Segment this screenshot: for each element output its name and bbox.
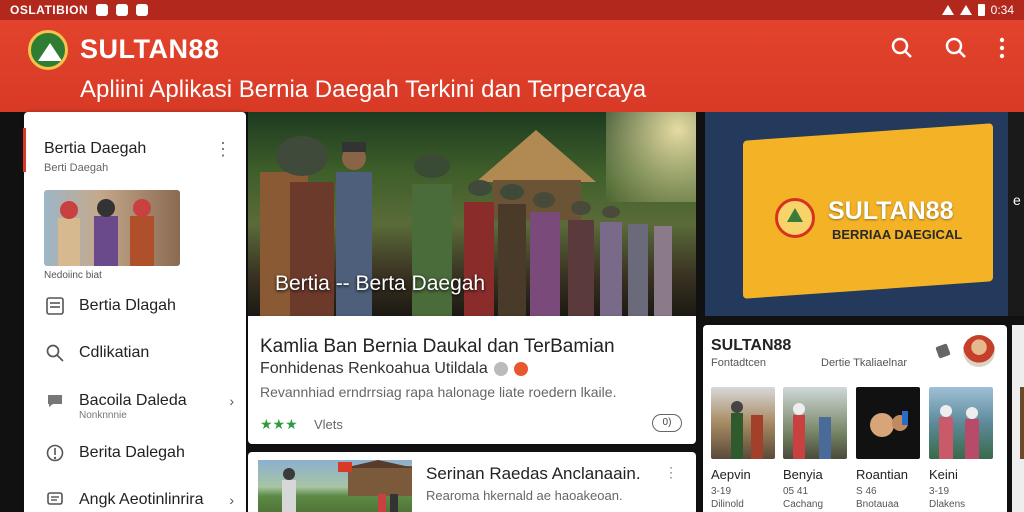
more-vert-icon[interactable]: ⋮ (214, 140, 232, 158)
drawer-item-label: Bertia Dlagah (79, 297, 176, 314)
tile-label: Aepvin (711, 467, 751, 482)
app-subtitle: Apliini Aplikasi Bernia Daegah Terkini d… (80, 76, 647, 103)
article-card-second[interactable]: Serinan Raedas Anclanaain. Rearoma hkern… (248, 452, 696, 512)
next-card-image (1020, 387, 1024, 459)
drawer-item-sublabel: Nonknnnie (79, 410, 127, 421)
banner-logo (775, 198, 815, 238)
tile-meta-line: Dlakens (929, 499, 966, 510)
promo-banner[interactable]: SULTAN88 BERRIAA DAEGICAL (705, 112, 1008, 316)
navigation-drawer: Bertia Daegah Berti Daegah ⋮ Nedoiinc bi… (0, 112, 246, 512)
list-tile-image[interactable] (711, 387, 775, 459)
search-icon[interactable] (944, 36, 968, 60)
publisher-icon (513, 362, 528, 376)
list-tile-image[interactable] (929, 387, 993, 459)
tile-meta-line: Cachang (783, 499, 824, 510)
list-icon (44, 295, 66, 317)
chevron-right-icon: › (229, 492, 234, 508)
tile-meta: S 46 Bnotauaa (856, 485, 899, 511)
app-title: SULTAN88 (80, 34, 220, 64)
drawer-title: Bertia Daegah (44, 140, 147, 157)
article-subline: Fonhidenas Renkoahua Utildala (260, 360, 528, 378)
drawer-accent (0, 128, 26, 172)
drawer-item-label: Cdlikatian (79, 344, 150, 361)
signal-icon (959, 5, 972, 15)
article-card-main[interactable]: Kamlia Ban Bernia Daukal dan TerBamian F… (248, 316, 696, 444)
avatar[interactable] (963, 335, 995, 367)
hero-caption: Bertia -- Berta Daegah (275, 272, 486, 295)
wifi-icon (941, 5, 954, 15)
chevron-right-icon: › (229, 393, 234, 409)
drawer-item-label: Berita Dalegah (79, 444, 185, 461)
app-bar: SULTAN88 Apliini Aplikasi Bernia Daegah … (0, 20, 1024, 112)
tile-label: Roantian (856, 467, 909, 482)
status-bar: OSLATIBION 0:34 (0, 0, 1024, 20)
google-icon (96, 4, 109, 16)
drawer-caption: Nedoiinc biat (44, 270, 102, 281)
hero-image[interactable]: Bertia -- Berta Daegah (248, 112, 696, 316)
more-vert-icon[interactable] (998, 36, 1006, 60)
list-card-subtitle: Fontadtcen (711, 357, 767, 369)
drawer-item-bacoila-daleda[interactable]: Bacoila Daleda Nonknnnie › (44, 390, 234, 421)
article-thumbnail (258, 460, 412, 512)
tile-label: Benyia (783, 467, 823, 482)
list-card-subtitle-right: Dertie Tkaliaelnar (821, 357, 908, 369)
comment-count-pill[interactable]: 0) (652, 414, 682, 432)
status-time: 0:34 (990, 3, 1014, 17)
tile-meta-line: S 46 (856, 486, 877, 497)
list-card-title: SULTAN88 (711, 337, 792, 354)
article-headline: Kamlia Ban Bernia Daukal dan TerBamian (260, 336, 615, 357)
article-description: Revannhiad erndrrsiag rapa halonage liat… (260, 384, 617, 400)
article-headline: Serinan Raedas Anclanaain. (426, 464, 641, 483)
more-vert-icon[interactable]: ⋮ (664, 464, 678, 481)
rating-stars: ★★★ (260, 416, 298, 432)
sultan-list-card: SULTAN88 Fontadtcen Dertie Tkaliaelnar A… (703, 325, 1007, 512)
tile-meta-line: 05 41 (783, 486, 809, 497)
tile-meta-line: Dilinold (711, 499, 744, 510)
edge-char: e (1013, 192, 1021, 208)
notification-icon (116, 4, 129, 16)
app-logo[interactable] (28, 30, 68, 70)
next-banner-peek[interactable]: e (1008, 112, 1024, 316)
battery-icon (977, 4, 985, 16)
tile-meta-line: Bnotauaa (856, 499, 899, 510)
drawer-item-angk-aeotinlinrira[interactable]: Angk Aeotinlinrira › (44, 489, 234, 511)
drawer-item-label: Bacoila Daleda (79, 392, 187, 409)
next-card-peek[interactable] (1012, 325, 1024, 512)
drawer-item-bertia-dlagah[interactable]: Bertia Dlagah (44, 295, 234, 317)
chat-icon (44, 390, 66, 412)
article-views: Vlets (314, 417, 343, 432)
tile-meta: 05 41 Cachang (783, 485, 823, 511)
search-icon[interactable] (890, 36, 914, 60)
search-icon (44, 342, 66, 364)
drawer-item-label: Angk Aeotinlinrira (79, 491, 204, 508)
drawer-item-cdlikatian[interactable]: Cdlikatian (44, 342, 234, 364)
app-notification-icon (136, 4, 149, 16)
article-subline-text: Fonhidenas Renkoahua Utildala (260, 360, 488, 377)
tile-meta: 3-19 Dlakens (929, 485, 965, 511)
banner-title: SULTAN88 (828, 197, 954, 225)
list-tile-image[interactable] (783, 387, 847, 459)
tile-label: Keini (929, 467, 958, 482)
drawer-item-berita-dalegah[interactable]: Berita Dalegah (44, 442, 234, 464)
status-left-text: OSLATIBION (10, 3, 89, 17)
comment-icon (44, 489, 66, 511)
banner-subtitle: BERRIAA DAEGICAL (832, 227, 963, 242)
tile-meta-line: 3-19 (929, 486, 950, 497)
tile-meta-line: 3-19 (711, 486, 732, 497)
tag-icon[interactable] (935, 343, 951, 359)
tile-meta: 3-19 Dilinold (711, 485, 744, 511)
list-tile-image[interactable] (856, 387, 920, 459)
drawer-subtitle: Berti Daegah (44, 162, 109, 174)
pin-icon (44, 442, 66, 464)
drawer-thumbnail[interactable] (44, 190, 180, 266)
article-description: Rearoma hkernald ae haoakeoan. (426, 488, 623, 503)
source-icon (493, 362, 508, 376)
